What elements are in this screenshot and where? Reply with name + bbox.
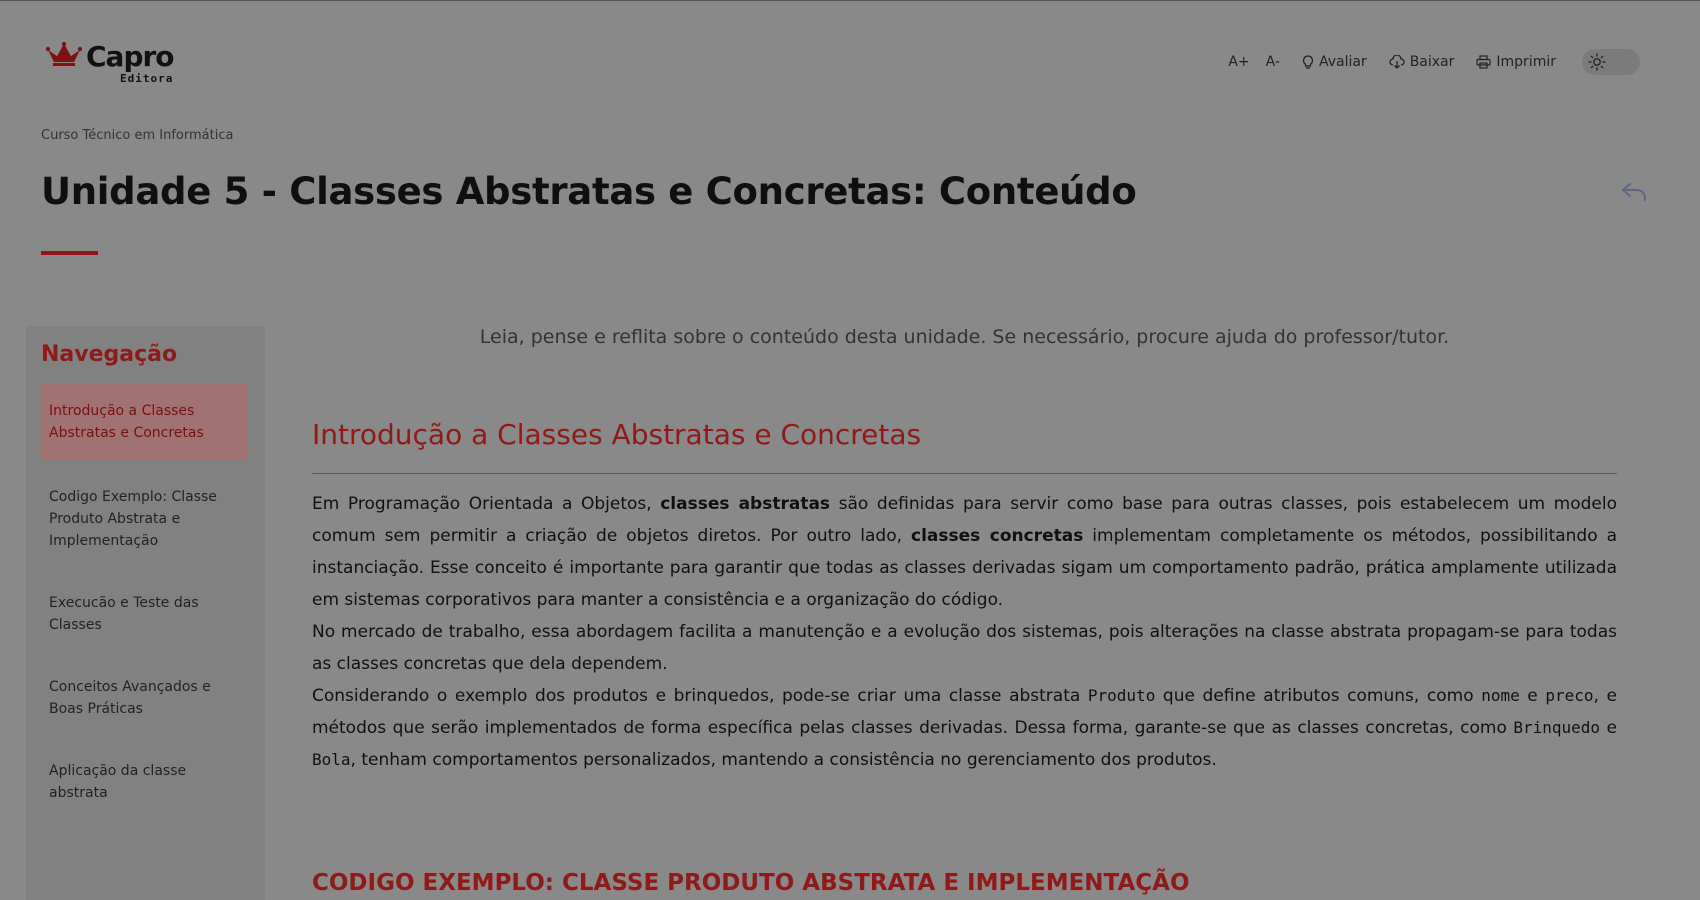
sidebar-list: Introdução a Classes Abstratas e Concret… xyxy=(41,384,248,818)
p3-code-4: Brinquedo xyxy=(1513,718,1601,737)
p3-code-1: Produto xyxy=(1087,686,1156,705)
p3-text-6: , tenham comportamentos personalizados, … xyxy=(350,750,1217,770)
download-button[interactable]: Baixar xyxy=(1389,54,1455,70)
lightbulb-icon xyxy=(1302,54,1314,69)
p3-text-5: e xyxy=(1600,718,1617,738)
sidebar-item-codigo-exemplo[interactable]: Codigo Exemplo: Classe Produto Abstrata … xyxy=(41,472,248,566)
print-label: Imprimir xyxy=(1496,54,1556,70)
printer-icon xyxy=(1476,55,1492,69)
p3-text-1: Considerando o exemplo dos produtos e br… xyxy=(312,686,1088,706)
sidebar-item-aplicacao[interactable]: Aplicação da classe abstrata xyxy=(41,746,248,818)
p3-text-3: e xyxy=(1519,686,1546,706)
intro-text: Leia, pense e reflita sobre o conteúdo d… xyxy=(479,326,1450,348)
print-button[interactable]: Imprimir xyxy=(1476,54,1556,70)
font-decrease-label: A- xyxy=(1265,54,1280,70)
logo[interactable]: Capro Editora xyxy=(46,38,176,88)
p3-code-3: preco xyxy=(1545,686,1594,705)
breadcrumb[interactable]: Curso Técnico em Informática xyxy=(41,128,233,143)
brand-name: Capro xyxy=(86,40,175,73)
page-title: Unidade 5 - Classes Abstratas e Concreta… xyxy=(41,170,1137,213)
subsection-heading: CODIGO EXEMPLO: CLASSE PRODUTO ABSTRATA … xyxy=(312,870,1190,896)
sidebar-item-conceitos-avancados[interactable]: Conceitos Avançados e Boas Práticas xyxy=(41,662,248,734)
theme-toggle[interactable] xyxy=(1582,49,1640,75)
p1-text-1: Em Programação Orientada a Objetos, xyxy=(312,494,661,514)
paragraph-1: Em Programação Orientada a Objetos, clas… xyxy=(312,488,1617,616)
p1-bold-2: classes concretas xyxy=(911,526,1084,546)
paragraph-3: Considerando o exemplo dos produtos e br… xyxy=(312,680,1617,776)
paragraph-2: No mercado de trabalho, essa abordagem f… xyxy=(312,622,1617,674)
section-body: Em Programação Orientada a Objetos, clas… xyxy=(312,488,1617,776)
section-divider xyxy=(312,473,1617,474)
rate-button[interactable]: Avaliar xyxy=(1302,54,1367,70)
crown-icon xyxy=(46,42,82,66)
title-underline xyxy=(41,251,98,255)
section-heading: Introdução a Classes Abstratas e Concret… xyxy=(312,418,922,451)
rate-label: Avaliar xyxy=(1318,54,1367,70)
p1-bold-1: classes abstratas xyxy=(660,494,831,514)
sun-icon xyxy=(1588,53,1606,71)
p3-code-5: Bola xyxy=(312,750,351,769)
brand-subtitle: Editora xyxy=(120,72,174,85)
sidebar-item-introducao[interactable]: Introdução a Classes Abstratas e Concret… xyxy=(41,384,248,460)
sidebar-title: Navegação xyxy=(41,342,178,367)
p3-text-2: que define atributos comuns, como xyxy=(1155,686,1482,706)
sidebar-navigation: Navegação Introdução a Classes Abstratas… xyxy=(26,326,265,900)
font-increase-label: A+ xyxy=(1228,54,1250,70)
download-label: Baixar xyxy=(1409,54,1455,70)
toolbar: A+ A- Avaliar Baixar Imprimir xyxy=(1228,49,1640,75)
sidebar-item-execucao-teste[interactable]: Execucão e Teste das Classes xyxy=(41,578,248,650)
font-increase-button[interactable]: A+ xyxy=(1228,54,1249,70)
font-decrease-button[interactable]: A- xyxy=(1266,54,1280,70)
back-arrow-icon[interactable] xyxy=(1620,180,1648,204)
p3-code-2: nome xyxy=(1481,686,1520,705)
top-border xyxy=(0,0,1700,1)
cloud-download-icon xyxy=(1389,55,1405,69)
